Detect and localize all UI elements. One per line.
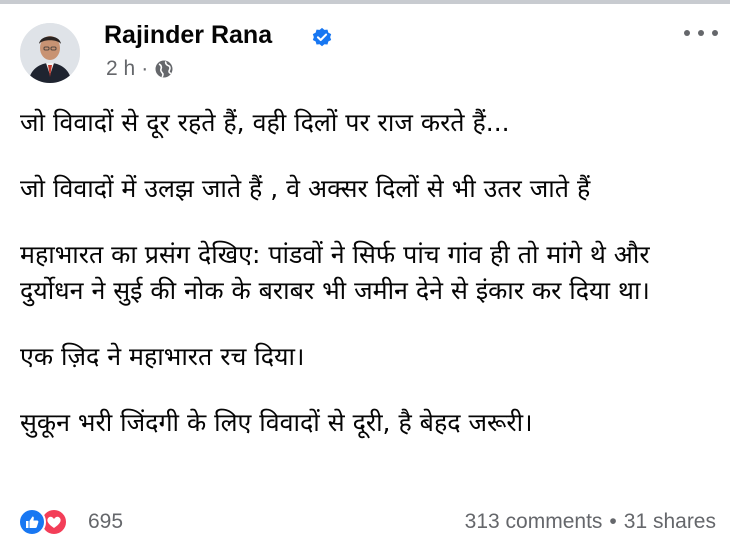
- globe-icon[interactable]: [154, 59, 174, 79]
- more-options-icon[interactable]: [684, 26, 718, 40]
- avatar-image: [20, 23, 80, 83]
- verified-badge-icon: [312, 27, 332, 47]
- author-name[interactable]: Rajinder Rana: [104, 21, 272, 50]
- post-paragraph: जो विवादों में उलझ जाते हैं , वे अक्सर द…: [20, 174, 591, 203]
- post-paragraph: जो विवादों से दूर रहते हैं, वही दिलों पर…: [20, 108, 510, 137]
- post-paragraph: महाभारत का प्रसंग देखिए: पांडवों ने सिर्…: [20, 240, 650, 305]
- post-meta: 2 h ·: [106, 57, 174, 81]
- post-body: जो विवादों से दूर रहते हैं, वही दिलों पर…: [20, 105, 720, 471]
- engagement-stats: 313 comments • 31 shares: [465, 510, 716, 534]
- post-paragraph: सुकून भरी जिंदगी के लिए विवादों से दूरी,…: [20, 408, 533, 437]
- stats-separator: •: [609, 510, 617, 533]
- comments-count-link[interactable]: 313 comments: [465, 510, 603, 534]
- top-divider: [0, 0, 730, 4]
- reactions-summary[interactable]: 695: [18, 508, 123, 536]
- reaction-count: 695: [88, 510, 124, 533]
- post-timestamp[interactable]: 2 h: [106, 57, 135, 81]
- dot-icon: [698, 30, 704, 36]
- dot-icon: [684, 30, 690, 36]
- reaction-icons: [18, 508, 78, 536]
- meta-separator: ·: [141, 57, 149, 80]
- like-icon: [18, 508, 46, 536]
- post-paragraph: एक ज़िद ने महाभारत रच दिया।: [20, 342, 305, 371]
- shares-count-link[interactable]: 31 shares: [624, 510, 716, 534]
- dot-icon: [712, 30, 718, 36]
- avatar[interactable]: [20, 23, 80, 83]
